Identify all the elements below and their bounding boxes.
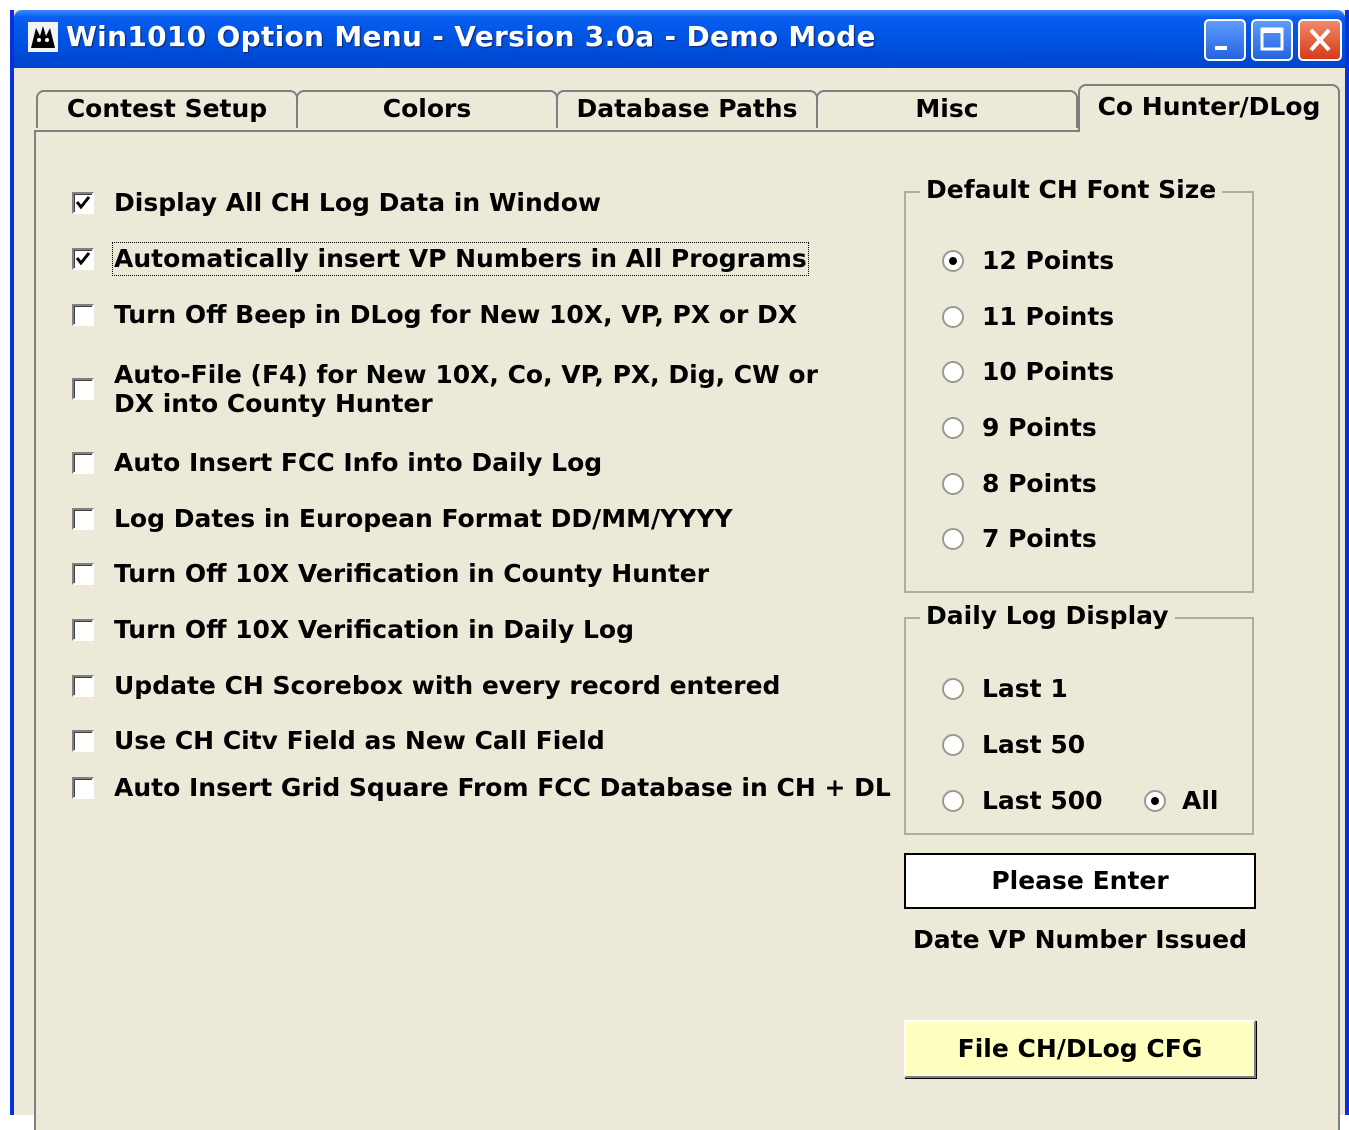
radio-last-1[interactable]: Last 1	[942, 674, 1068, 703]
radio-label: 7 Points	[982, 524, 1097, 553]
radio-10-points[interactable]: 10 Points	[942, 357, 1114, 386]
minimize-icon	[1215, 46, 1227, 50]
radio-9-points[interactable]: 9 Points	[942, 413, 1097, 442]
vp-date-field[interactable]: Please Enter	[904, 853, 1256, 909]
radio-button[interactable]	[942, 472, 964, 495]
minimize-button[interactable]	[1204, 19, 1246, 61]
option-label-line2: DX into County Hunter	[114, 389, 433, 418]
option-european-dates[interactable]: Log Dates in European Format DD/MM/YYYY	[72, 504, 733, 534]
radio-label: 12 Points	[982, 246, 1115, 275]
option-10x-verify-ch[interactable]: Turn Off 10X Verification in County Hunt…	[72, 559, 709, 589]
maximize-button[interactable]	[1251, 19, 1293, 61]
radio-button[interactable]	[1144, 789, 1166, 812]
title-bar[interactable]: Win1010 Option Menu - Version 3.0a - Dem…	[14, 10, 1345, 68]
option-display-all-ch-log[interactable]: Display All CH Log Data in Window	[72, 188, 601, 218]
checkbox[interactable]	[72, 777, 94, 799]
tab-bar: Contest Setup Colors Database Paths Misc…	[34, 82, 1344, 132]
radio-button[interactable]	[942, 677, 964, 700]
tab-contest-setup[interactable]: Contest Setup	[36, 90, 298, 128]
file-cfg-button[interactable]: File CH/DLog CFG	[904, 1020, 1256, 1078]
close-icon	[1309, 28, 1331, 52]
radio-label: Last 1	[982, 674, 1068, 703]
radio-last-500[interactable]: Last 500	[942, 786, 1103, 815]
font-size-group: Default CH Font Size 12 Points 11 Points…	[904, 175, 1254, 593]
check-icon	[75, 196, 91, 210]
font-size-group-title: Default CH Font Size	[920, 175, 1223, 204]
radio-7-points[interactable]: 7 Points	[942, 524, 1097, 553]
app-icon	[28, 22, 58, 52]
radio-button[interactable]	[942, 305, 964, 328]
radio-button[interactable]	[942, 249, 964, 272]
tab-database-paths[interactable]: Database Paths	[556, 90, 818, 128]
close-button[interactable]	[1298, 19, 1342, 61]
radio-button[interactable]	[942, 416, 964, 439]
radio-12-points[interactable]: 12 Points	[942, 246, 1114, 275]
radio-8-points[interactable]: 8 Points	[942, 469, 1097, 498]
option-grid-square[interactable]: Auto Insert Grid Square From FCC Databas…	[72, 773, 891, 803]
option-label: Turn Off Beep in DLog for New 10X, VP, P…	[114, 300, 798, 329]
radio-button[interactable]	[942, 360, 964, 383]
checkbox[interactable]	[72, 619, 94, 641]
option-label: Auto-File (F4) for New 10X, Co, VP, PX, …	[114, 360, 818, 418]
option-beep-off[interactable]: Turn Off Beep in DLog for New 10X, VP, P…	[72, 300, 797, 330]
option-city-field[interactable]: Use CH Citv Field as New Call Field	[72, 726, 605, 756]
radio-button[interactable]	[942, 733, 964, 756]
tab-colors[interactable]: Colors	[296, 90, 558, 128]
radio-label: 11 Points	[982, 302, 1115, 331]
radio-label: Last 50	[982, 730, 1086, 759]
vp-date-caption: Date VP Number Issued	[913, 925, 1247, 954]
options-window: Win1010 Option Menu - Version 3.0a - Dem…	[10, 10, 1349, 1130]
radio-button[interactable]	[942, 527, 964, 550]
option-label: Auto Insert FCC Info into Daily Log	[114, 448, 603, 477]
maximize-icon	[1260, 27, 1284, 51]
option-auto-insert-vp[interactable]: Automatically insert VP Numbers in All P…	[72, 242, 809, 276]
option-label: Auto Insert Grid Square From FCC Databas…	[114, 773, 891, 802]
option-update-scorebox[interactable]: Update CH Scorebox with every record ent…	[72, 671, 780, 701]
tab-misc[interactable]: Misc	[816, 90, 1078, 128]
checkbox[interactable]	[72, 730, 94, 752]
radio-label: 9 Points	[982, 413, 1097, 442]
option-label: Display All CH Log Data in Window	[114, 188, 601, 217]
option-label-line1: Auto-File (F4) for New 10X, Co, VP, PX, …	[114, 360, 818, 389]
option-auto-file-f4[interactable]: Auto-File (F4) for New 10X, Co, VP, PX, …	[72, 360, 818, 418]
option-label: Use CH Citv Field as New Call Field	[114, 726, 605, 755]
tab-co-hunter-dlog[interactable]: Co Hunter/DLog	[1078, 84, 1340, 132]
checkbox[interactable]	[72, 304, 94, 326]
daily-log-group-title: Daily Log Display	[920, 601, 1175, 630]
checkbox[interactable]	[72, 508, 94, 530]
checkbox[interactable]	[72, 452, 94, 474]
option-label: Log Dates in European Format DD/MM/YYYY	[114, 504, 733, 533]
radio-all[interactable]: All	[1144, 786, 1219, 815]
radio-label: Last 500	[982, 786, 1103, 815]
radio-button[interactable]	[942, 789, 964, 812]
daily-log-group: Daily Log Display Last 1 Last 50 Last 50…	[904, 601, 1254, 835]
option-auto-insert-fcc[interactable]: Auto Insert FCC Info into Daily Log	[72, 448, 602, 478]
radio-label: All	[1182, 786, 1219, 815]
checkbox[interactable]	[72, 675, 94, 697]
option-label: Automatically insert VP Numbers in All P…	[112, 242, 809, 276]
radio-last-50[interactable]: Last 50	[942, 730, 1085, 759]
option-label: Turn Off 10X Verification in Daily Log	[114, 615, 634, 644]
checkbox[interactable]	[72, 378, 94, 400]
checkbox[interactable]	[72, 192, 94, 214]
checkbox[interactable]	[72, 248, 94, 270]
option-label: Turn Off 10X Verification in County Hunt…	[114, 559, 710, 588]
window-title: Win1010 Option Menu - Version 3.0a - Dem…	[66, 20, 876, 53]
option-10x-verify-dl[interactable]: Turn Off 10X Verification in Daily Log	[72, 615, 634, 645]
option-label: Update CH Scorebox with every record ent…	[114, 671, 781, 700]
radio-label: 8 Points	[982, 469, 1097, 498]
checkbox[interactable]	[72, 563, 94, 585]
radio-11-points[interactable]: 11 Points	[942, 302, 1114, 331]
check-icon	[75, 252, 91, 266]
radio-label: 10 Points	[982, 357, 1115, 386]
